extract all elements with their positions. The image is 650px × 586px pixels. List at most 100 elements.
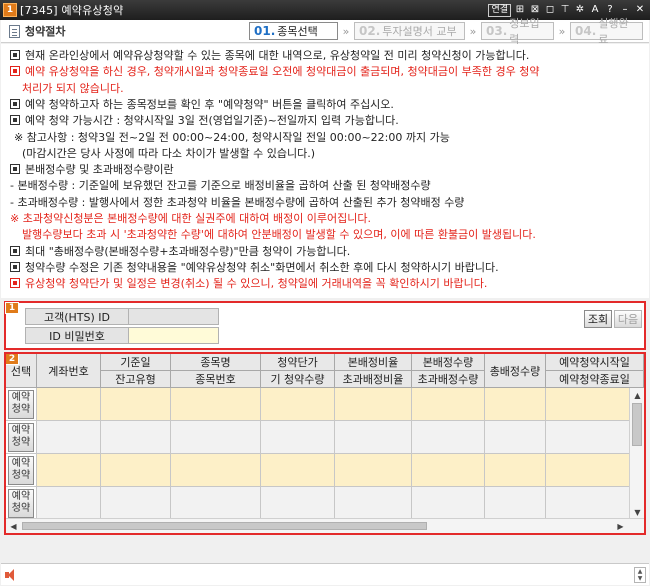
steps-header: 청약절차 01. 종목선택 » 02. 투자설명서 교부 » 03. 정보입력 » 0… <box>1 17 649 46</box>
notice-text: ※ 참고사항 : 청약3일 전~2일 전 00:00~24:00, 청약시작일 … <box>14 130 450 144</box>
notice-line: ※ 초과청약신청분은 본배정수량에 대한 실권주에 대하여 배정이 이루어집니다… <box>10 212 371 225</box>
notice-line: 최대 "총배정수량(본배정수량+초과배정수량)"만큼 청약이 가능합니다. <box>10 245 350 258</box>
link-button[interactable]: 연결 <box>488 3 511 17</box>
table-cell[interactable] <box>101 421 171 454</box>
table-cell[interactable] <box>101 454 171 487</box>
column-header[interactable]: 예약청약시작일 예약청약종료일 <box>546 354 644 388</box>
column-header[interactable]: 종목명 종목번호 <box>171 354 261 388</box>
query-button[interactable]: 조회 <box>584 310 612 328</box>
table-cell[interactable] <box>412 388 485 421</box>
reserve-subscribe-button[interactable]: 예약 청약 <box>8 455 34 485</box>
table-cell[interactable] <box>37 487 101 520</box>
column-header[interactable]: 청약단가 기 청약수량 <box>261 354 335 388</box>
vertical-scroll-thumb[interactable] <box>632 403 642 446</box>
reserve-subscribe-label: 청약 <box>11 503 31 514</box>
horizontal-scroll-thumb[interactable] <box>22 522 427 530</box>
column-header[interactable]: 계좌번호 <box>37 354 101 388</box>
notice-text: 최대 "총배정수량(본배정수량+초과배정수량)"만큼 청약이 가능합니다. <box>25 244 351 258</box>
scroll-right-icon[interactable]: ▶ <box>613 519 628 533</box>
table-cell[interactable] <box>171 487 261 520</box>
window-title-bar: 1 [7345] 예약유상청약 연결 ⊞ ⊠ ◻ ⊤ ✲ A? – ✕ <box>0 0 650 20</box>
table-cell[interactable] <box>171 388 261 421</box>
notice-text: (마감시간은 당사 사정에 따라 다소 차이가 발생할 수 있습니다.) <box>22 146 316 160</box>
table-cell[interactable] <box>335 421 412 454</box>
next-button[interactable]: 다음 <box>614 310 642 328</box>
column-header[interactable]: 총배정수량 <box>485 354 546 388</box>
column-header-label: 본배정수량 <box>412 354 484 371</box>
column-header-label: 예약청약시작일 <box>546 354 643 371</box>
column-header-label: 기준일 <box>101 354 170 371</box>
table-row[interactable]: 예약 청약 <box>6 487 644 520</box>
step-4: 04. 실행완료 <box>570 17 643 46</box>
notice-text: 예약 청약 가능시간 : 청약시작일 3일 전(영업일기준)~전일까지 입력 가… <box>25 114 399 128</box>
customer-id-row: 고객(HTS) ID <box>25 308 219 325</box>
step-4-num: 04. <box>575 24 597 38</box>
table-cell[interactable] <box>37 421 101 454</box>
bullet-icon <box>10 50 20 60</box>
scroll-left-icon[interactable]: ◀ <box>6 519 21 533</box>
document-icon <box>9 24 20 38</box>
reserve-subscribe-label: 청약 <box>11 437 31 448</box>
select-cell: 예약 청약 <box>6 454 37 487</box>
column-header[interactable]: 본배정수량 초과배정수량 <box>412 354 485 388</box>
notice-line: 예약 유상청약을 하신 경우, 청약개시일과 청약종료일 오전에 청약대금이 출… <box>10 65 539 78</box>
table-cell[interactable] <box>261 487 335 520</box>
bullet-icon <box>10 98 20 109</box>
reserve-subscribe-button[interactable]: 예약 청약 <box>8 422 34 452</box>
table-cell[interactable] <box>412 454 485 487</box>
table-cell[interactable] <box>335 487 412 520</box>
reserve-subscribe-button[interactable]: 예약 청약 <box>8 488 34 518</box>
notice-line: (마감시간은 당사 사정에 따라 다소 차이가 발생할 수 있습니다.) <box>22 147 315 160</box>
step-3: 03. 정보입력 <box>481 17 554 46</box>
notice-line: 발행수량보다 초과 시 '초과청약한 수량'에 대하여 안분배정이 발생할 수 … <box>22 228 536 241</box>
table-cell[interactable] <box>335 388 412 421</box>
grid-body: 예약 청약 예약 청약 예약 청약 예약 청약 <box>6 388 644 520</box>
column-header[interactable]: 기준일 잔고유형 <box>101 354 171 388</box>
id-password-label: ID 비밀번호 <box>25 327 129 344</box>
step-indicator: 01. 종목선택 » 02. 투자설명서 교부 » 03. 정보입력 » 04. 실행완… <box>249 17 643 46</box>
table-cell[interactable] <box>412 421 485 454</box>
column-header-label: 계좌번호 <box>48 364 89 378</box>
table-cell[interactable] <box>101 487 171 520</box>
table-cell[interactable] <box>485 388 546 421</box>
table-cell[interactable] <box>101 388 171 421</box>
step-1-label: 종목선택 <box>277 25 318 38</box>
table-row[interactable]: 예약 청약 <box>6 421 644 454</box>
steps-title-wrap: 청약절차 <box>9 23 65 39</box>
table-cell[interactable] <box>412 487 485 520</box>
table-cell[interactable] <box>335 454 412 487</box>
status-bar: ▲ ▼ <box>1 563 649 585</box>
table-cell[interactable] <box>261 421 335 454</box>
table-cell[interactable] <box>485 487 546 520</box>
table-cell[interactable] <box>171 421 261 454</box>
table-cell[interactable] <box>261 388 335 421</box>
step-1: 01. 종목선택 <box>249 22 338 40</box>
scroll-up-icon[interactable]: ▲ <box>630 388 644 403</box>
notice-text: 유상청약 청약단가 및 일정은 변경(취소) 될 수 있으니, 청약일에 거래내… <box>25 277 488 291</box>
horizontal-scrollbar[interactable]: ◀ ▶ <box>6 518 644 533</box>
table-cell[interactable] <box>37 388 101 421</box>
column-header-label: 청약단가 <box>261 354 334 371</box>
id-password-input[interactable] <box>129 328 218 343</box>
table-row[interactable]: 예약 청약 <box>6 454 644 487</box>
select-cell: 예약 청약 <box>6 388 37 421</box>
settings-icon[interactable]: ✲ <box>574 3 586 17</box>
login-section: 1 고객(HTS) ID ID 비밀번호 조회 다음 <box>4 301 646 350</box>
table-cell[interactable] <box>171 454 261 487</box>
notice-line: 유상청약 청약단가 및 일정은 변경(취소) 될 수 있으니, 청약일에 거래내… <box>10 277 487 290</box>
notice-line: 현재 온라인상에서 예약유상청약할 수 있는 종목에 대한 내역으로, 유상청약… <box>10 49 529 62</box>
table-cell[interactable] <box>485 454 546 487</box>
table-cell[interactable] <box>485 421 546 454</box>
status-scroll-icon[interactable]: ▲ ▼ <box>634 566 646 583</box>
column-header[interactable]: 본배정비율 초과배정비율 <box>335 354 412 388</box>
steps-title: 청약절차 <box>25 25 66 38</box>
table-row[interactable]: 예약 청약 <box>6 388 644 421</box>
table-cell[interactable] <box>37 454 101 487</box>
column-header-sublabel: 기 청약수량 <box>270 372 325 386</box>
reserve-subscribe-button[interactable]: 예약 청약 <box>8 389 34 419</box>
tack-icon[interactable]: ⊤ <box>559 3 571 17</box>
vertical-scrollbar[interactable]: ▲ ▼ <box>629 388 644 520</box>
bullet-icon <box>10 66 20 77</box>
speaker-icon[interactable] <box>5 568 17 581</box>
table-cell[interactable] <box>261 454 335 487</box>
